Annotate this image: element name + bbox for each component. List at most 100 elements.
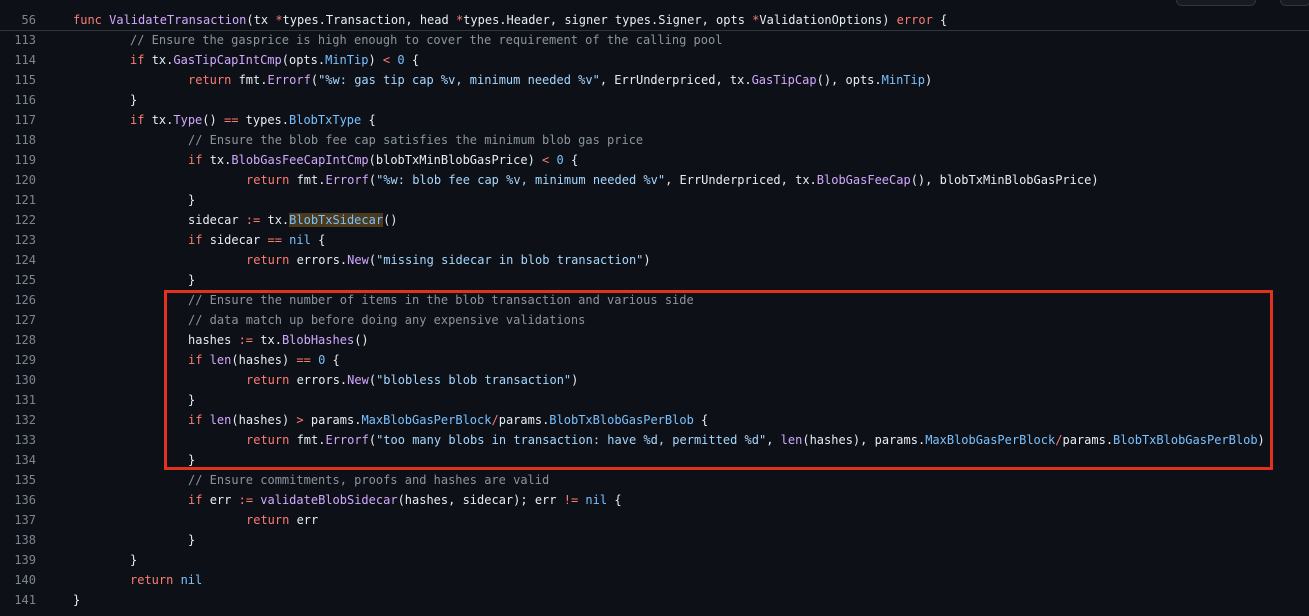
code-token: err [296,513,319,527]
code-token: (blobTxMinBlobGasPrice) [368,153,543,167]
code-token: ( [368,253,377,267]
code-line: 138} [0,530,1309,550]
header-menu-button[interactable] [1280,0,1309,6]
code-token: == [267,233,282,247]
code-line: 114 if tx.GasTipCapIntCmp(opts.MinTip) < … [0,50,1309,70]
code-token: BlobTxType [289,113,362,127]
code-token: } [188,273,196,287]
line-code: return fmt.Errorf("%w: gas tip cap %v, m… [188,70,932,90]
line-number[interactable]: 123 [0,230,36,250]
code-keyword: return [188,73,239,87]
code-function-name: GasTipCapIntCmp [173,53,282,67]
sticky-function-signature[interactable]: func ValidateTransaction(tx *types.Trans… [73,10,947,30]
code-token: nil [289,233,311,247]
line-number[interactable]: 127 [0,310,36,330]
code-token: MinTip [325,53,369,67]
line-number[interactable]: 113 [0,30,36,50]
line-number[interactable]: 124 [0,250,36,270]
line-number[interactable]: 122 [0,210,36,230]
code-token: { [404,53,420,67]
code-function-name: Errorf [267,73,311,87]
code-token: { [607,493,622,507]
line-number[interactable]: 141 [0,590,36,610]
line-number[interactable]: 140 [0,570,36,590]
code-token: MinTip [881,73,925,87]
line-code: // Ensure commitments, proofs and hashes… [188,470,549,490]
sticky-scope-header[interactable]: 56 func ValidateTransaction(tx *types.Tr… [0,0,1309,31]
code-keyword: func [73,13,110,27]
code-line: 135 // Ensure commitments, proofs and has… [0,470,1309,490]
code-token: } [130,93,138,107]
code-keyword: if [188,233,210,247]
code-token: fmt. [296,173,326,187]
code-token: ( [368,173,377,187]
header-action-button[interactable] [1176,0,1256,6]
code-token: errors. [296,253,348,267]
line-code: return err [246,510,318,530]
code-token: := [245,213,261,227]
code-token: () [202,113,224,127]
code-comment: // Ensure the gasprice is high enough to… [130,33,723,47]
line-number[interactable]: 134 [0,450,36,470]
code-line: 115 return fmt.Errorf("%w: gas tip cap %v… [0,70,1309,90]
code-token: , ErrUnderpriced, tx. [665,173,817,187]
code-function-name: Type [173,113,203,127]
sticky-line-number[interactable]: 56 [0,10,36,30]
line-number[interactable]: 136 [0,490,36,510]
line-code: if err := validateBlobSidecar(hashes, si… [188,490,622,510]
code-token: 0 [397,53,405,67]
line-number[interactable]: 114 [0,50,36,70]
line-number[interactable]: 135 [0,470,36,490]
code-token: nil [180,573,203,587]
line-number[interactable]: 120 [0,170,36,190]
line-number[interactable]: 116 [0,90,36,110]
line-number[interactable]: 131 [0,390,36,410]
code-function-name: BlobGasFeeCapIntCmp [231,153,369,167]
line-number[interactable]: 133 [0,430,36,450]
code-line: 117 if tx.Type() == types.BlobTxType { [0,110,1309,130]
code-function-name: ValidateTransaction [109,13,247,27]
code-token: sidecar [188,213,246,227]
line-number[interactable]: 130 [0,370,36,390]
line-number[interactable]: 132 [0,410,36,430]
code-token: ) [368,53,383,67]
code-token: (), opts. [816,73,882,87]
line-code: } [130,90,137,110]
line-number[interactable]: 128 [0,330,36,350]
line-number[interactable]: 125 [0,270,36,290]
code-keyword: return [246,253,297,267]
code-token: types.Transaction, head [282,13,456,27]
line-number[interactable]: 129 [0,350,36,370]
code-string: "missing sidecar in blob transaction" [376,253,644,267]
code-token: != [563,493,579,507]
line-number[interactable]: 119 [0,150,36,170]
line-number[interactable]: 121 [0,190,36,210]
code-token: fmt. [238,73,268,87]
code-token: , ErrUnderpriced, tx. [599,73,752,87]
line-number[interactable]: 139 [0,550,36,570]
line-number[interactable]: 138 [0,530,36,550]
code-function-name: validateBlobSidecar [260,493,398,507]
line-number[interactable]: 115 [0,70,36,90]
code-highlighted-symbol: BlobTxSidecar [289,213,384,227]
code-function-name: BlobGasFeeCap [816,173,911,187]
code-line: 118 // Ensure the blob fee cap satisfies … [0,130,1309,150]
code-token: tx. [209,153,232,167]
code-token: (), blobTxMinBlobGasPrice) [910,173,1099,187]
line-code: sidecar := tx.BlobTxSidecar() [188,210,398,230]
code-comment: // Ensure commitments, proofs and hashes… [188,473,550,487]
line-code: } [188,530,195,550]
code-function-name: GasTipCap [751,73,817,87]
code-token: } [188,533,196,547]
line-number[interactable]: 137 [0,510,36,530]
code-token: sidecar [209,233,268,247]
code-keyword: return [246,173,297,187]
code-function-name: Errorf [325,173,369,187]
line-number[interactable]: 117 [0,110,36,130]
code-line: 121} [0,190,1309,210]
line-number[interactable]: 126 [0,290,36,310]
code-token: (hashes, sidecar); err [397,493,564,507]
code-token: ValidationOptions) [759,13,897,27]
line-number[interactable]: 118 [0,130,36,150]
